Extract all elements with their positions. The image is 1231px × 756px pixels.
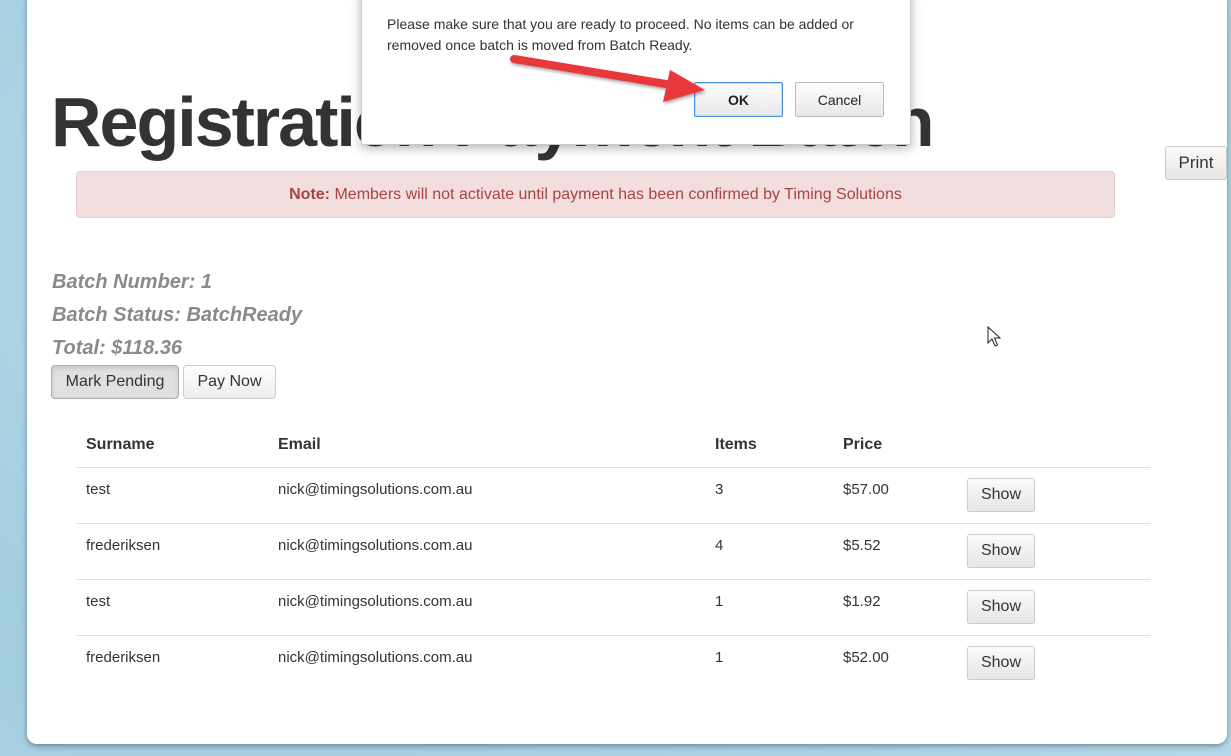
column-header-items: Items: [705, 424, 833, 468]
table-row: test nick@timingsolutions.com.au 3 $57.0…: [76, 467, 1151, 524]
cell-email: nick@timingsolutions.com.au: [268, 523, 705, 580]
print-button[interactable]: Print: [1165, 146, 1227, 180]
column-header-action: [957, 424, 1151, 468]
cell-email: nick@timingsolutions.com.au: [268, 467, 705, 524]
column-header-surname: Surname: [76, 424, 268, 468]
note-text: Members will not activate until payment …: [334, 186, 902, 203]
mark-pending-button[interactable]: Mark Pending: [51, 365, 179, 399]
table-header-row: Surname Email Items Price: [76, 424, 1151, 468]
cell-items: 1: [705, 579, 833, 636]
show-button[interactable]: Show: [967, 645, 1035, 680]
column-header-email: Email: [268, 424, 705, 468]
table-row: frederiksen nick@timingsolutions.com.au …: [76, 635, 1151, 691]
members-table: Surname Email Items Price test nick@timi…: [76, 424, 1151, 691]
cell-action: Show: [957, 635, 1151, 691]
cell-surname: frederiksen: [86, 648, 161, 666]
cell-email: nick@timingsolutions.com.au: [278, 648, 473, 666]
cell-action: Show: [957, 467, 1151, 524]
annotation-arrow-icon: [510, 55, 705, 102]
show-button[interactable]: Show: [967, 477, 1035, 512]
cell-surname: test: [76, 579, 268, 636]
dialog-cancel-button[interactable]: Cancel: [795, 82, 884, 117]
cell-action: Show: [957, 523, 1151, 580]
table-row: frederiksen nick@timingsolutions.com.au …: [76, 523, 1151, 580]
cell-surname: test: [76, 467, 268, 524]
mouse-pointer-icon: [987, 326, 1002, 347]
batch-total: Total: $118.36: [52, 337, 183, 359]
note-label: Note:: [289, 186, 331, 203]
cell-email: nick@timingsolutions.com.au: [268, 579, 705, 636]
cell-items: 4: [705, 523, 833, 580]
table-row: test nick@timingsolutions.com.au 1 $1.92…: [76, 579, 1151, 636]
cell-price: $5.52: [833, 523, 957, 580]
cell-action: Show: [957, 579, 1151, 636]
cell-price: $57.00: [833, 467, 957, 524]
column-header-price: Price: [833, 424, 957, 468]
note-alert: Note: Members will not activate until pa…: [76, 171, 1115, 218]
show-button[interactable]: Show: [967, 533, 1035, 568]
batch-number: Batch Number: 1: [52, 271, 213, 293]
pay-now-button[interactable]: Pay Now: [183, 365, 276, 399]
cell-price: $1.92: [833, 579, 957, 636]
cell-price: $52.00: [843, 648, 889, 666]
cell-items: 1: [715, 648, 724, 666]
batch-status: Batch Status: BatchReady: [52, 304, 303, 326]
cell-items: 3: [705, 467, 833, 524]
cell-surname: frederiksen: [76, 523, 268, 580]
show-button[interactable]: Show: [967, 589, 1035, 624]
